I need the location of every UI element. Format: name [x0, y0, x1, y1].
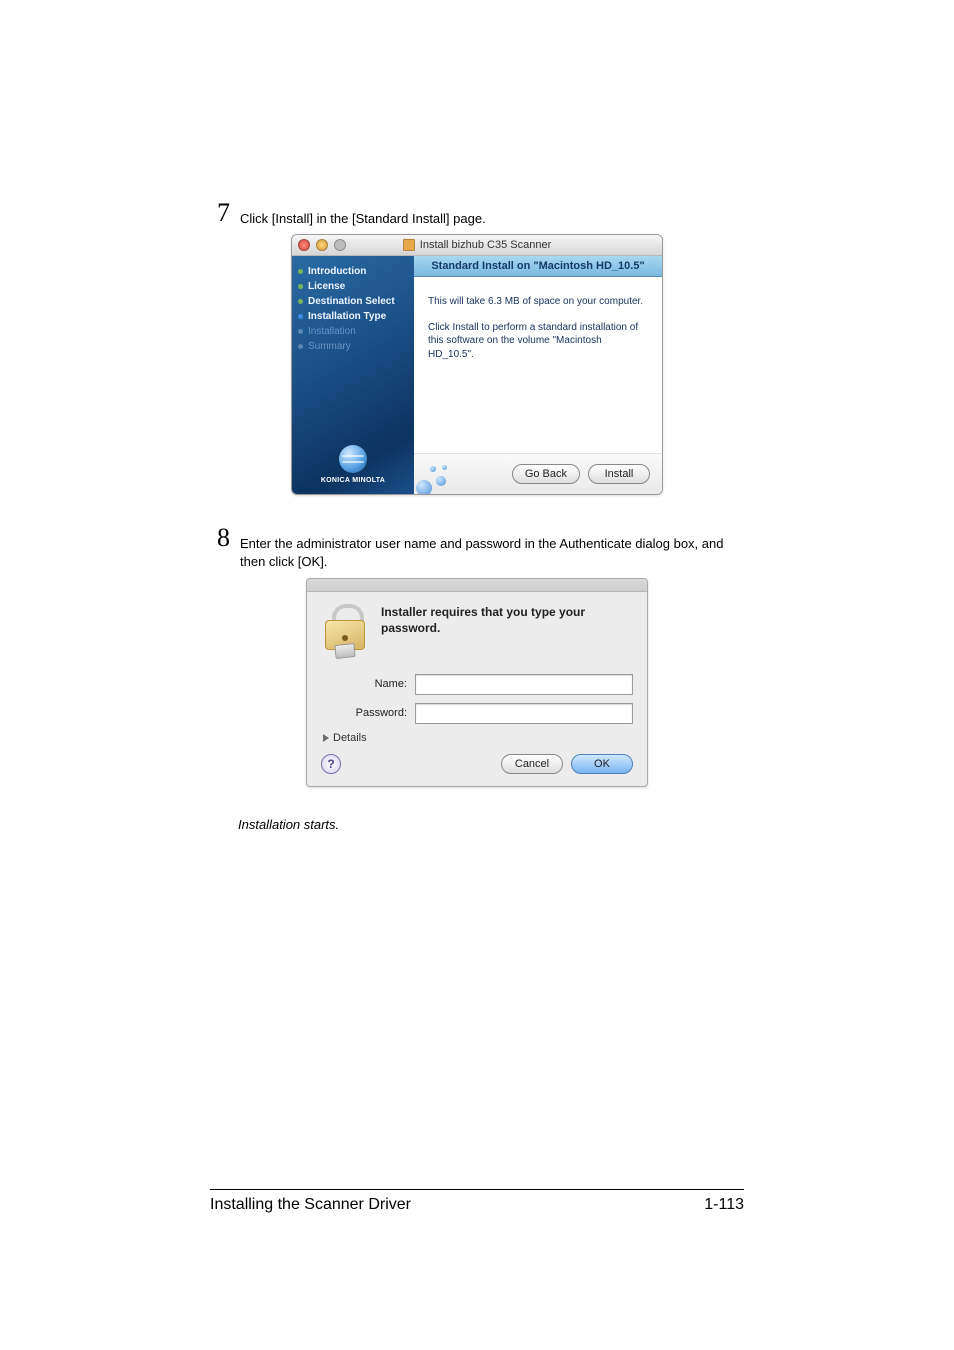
- step-8: 8 Enter the administrator user name and …: [210, 525, 744, 571]
- disk-space-text: This will take 6.3 MB of space on your c…: [428, 295, 648, 309]
- step-number: 8: [210, 525, 230, 551]
- brand-logo: KONICA MINOLTA: [292, 445, 414, 484]
- window-title-text: Install bizhub C35 Scanner: [420, 239, 551, 251]
- installer-steps-list: Introduction License Destination Select …: [292, 256, 414, 354]
- password-label: Password:: [321, 707, 415, 719]
- minimize-icon[interactable]: [316, 239, 328, 251]
- footer-title: Installing the Scanner Driver: [210, 1196, 411, 1214]
- disclosure-triangle-icon: [323, 734, 329, 742]
- installer-sidebar: Introduction License Destination Select …: [292, 256, 414, 494]
- installer-content: Standard Install on "Macintosh HD_10.5" …: [414, 256, 662, 494]
- install-description: Click Install to perform a standard inst…: [428, 321, 648, 362]
- cancel-button[interactable]: Cancel: [501, 754, 563, 774]
- installer-window-figure: Install bizhub C35 Scanner Introduction …: [210, 234, 744, 495]
- ok-button[interactable]: OK: [571, 754, 633, 774]
- step-number: 7: [210, 200, 230, 226]
- brand-text: KONICA MINOLTA: [292, 477, 414, 484]
- details-disclosure[interactable]: Details: [323, 732, 633, 744]
- installation-starts-note: Installation starts.: [238, 817, 744, 832]
- nav-introduction: Introduction: [298, 264, 414, 279]
- step-7: 7 Click [Install] in the [Standard Insta…: [210, 200, 744, 228]
- auth-dialog: Installer requires that you type your pa…: [306, 578, 648, 787]
- footer-page: 1-113: [704, 1196, 744, 1214]
- help-button[interactable]: ?: [321, 754, 341, 774]
- name-label: Name:: [321, 678, 415, 690]
- nav-summary: Summary: [298, 339, 414, 354]
- step-text: Click [Install] in the [Standard Install…: [240, 200, 486, 228]
- close-icon[interactable]: [298, 239, 310, 251]
- details-label: Details: [333, 732, 367, 744]
- installer-header: Standard Install on "Macintosh HD_10.5": [414, 256, 662, 277]
- nav-installation: Installation: [298, 324, 414, 339]
- go-back-button[interactable]: Go Back: [512, 464, 580, 484]
- installer-button-row: Go Back Install: [414, 453, 662, 494]
- name-field[interactable]: [415, 674, 633, 695]
- page-footer: Installing the Scanner Driver 1-113: [210, 1189, 744, 1214]
- zoom-icon[interactable]: [334, 239, 346, 251]
- auth-message: Installer requires that you type your pa…: [381, 604, 633, 636]
- nav-destination: Destination Select: [298, 294, 414, 309]
- titlebar: Install bizhub C35 Scanner: [292, 235, 662, 256]
- auth-dialog-figure: Installer requires that you type your pa…: [210, 578, 744, 787]
- step-text: Enter the administrator user name and pa…: [240, 525, 744, 571]
- nav-install-type: Installation Type: [298, 309, 414, 324]
- auth-titlebar: [307, 579, 647, 592]
- package-icon: [403, 239, 415, 251]
- install-button[interactable]: Install: [588, 464, 650, 484]
- globe-icon: [339, 445, 367, 473]
- lock-icon: [321, 604, 367, 656]
- nav-license: License: [298, 279, 414, 294]
- password-field[interactable]: [415, 703, 633, 724]
- window-title: Install bizhub C35 Scanner: [292, 239, 662, 251]
- installer-window: Install bizhub C35 Scanner Introduction …: [291, 234, 663, 495]
